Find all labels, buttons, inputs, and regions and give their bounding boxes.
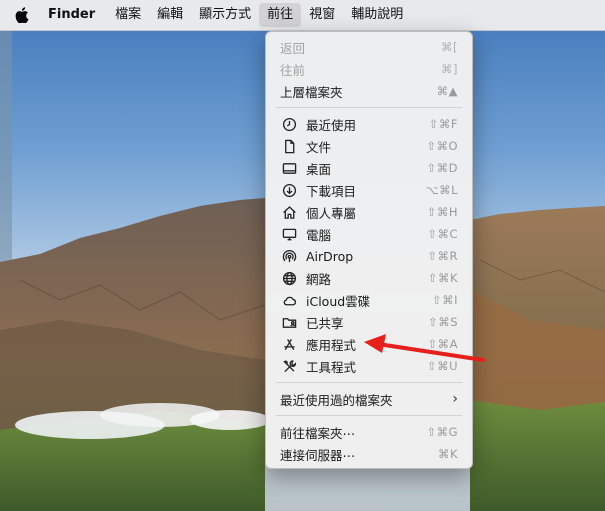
shortcut-label: ⌘[ [441,40,458,54]
home-icon [280,203,298,221]
applications-icon [280,335,298,353]
menu-item-connect-server[interactable]: 連接伺服器⋯ ⌘K [266,443,472,465]
shortcut-label: ⇧⌘U [426,359,458,373]
shortcut-label: ⇧⌘G [426,425,458,439]
menu-bar: Finder 檔案 編輯 顯示方式 前往 視窗 輔助說明 [0,0,605,31]
shared-folder-icon [280,313,298,331]
menu-separator [276,107,462,108]
airdrop-icon [280,247,298,265]
menu-item-label: 返回 [280,40,306,56]
menu-item-applications[interactable]: 應用程式 ⇧⌘A [266,333,472,355]
tools-icon [280,357,298,375]
menu-item-recents[interactable]: 最近使用 ⇧⌘F [266,113,472,135]
shortcut-label: ⌘▲ [436,84,458,98]
menu-file[interactable]: 檔案 [107,3,149,27]
menu-item-label: iCloud雲碟 [306,293,371,309]
shortcut-label: ⌥⌘L [425,183,458,197]
menu-item-go-to-folder[interactable]: 前往檔案夾⋯ ⇧⌘G [266,421,472,443]
menu-item-label: 電腦 [306,227,332,243]
menu-item-downloads[interactable]: 下載項目 ⌥⌘L [266,179,472,201]
menu-item-label: 網路 [306,271,332,287]
apple-logo-icon [15,7,29,23]
menu-separator [276,382,462,383]
menu-item-computer[interactable]: 電腦 ⇧⌘C [266,223,472,245]
apple-menu-button[interactable] [0,0,44,31]
menu-view[interactable]: 顯示方式 [191,3,259,27]
menu-item-label: 桌面 [306,161,332,177]
menu-item-label: 最近使用 [306,117,357,133]
shortcut-label: ⇧⌘O [426,139,458,153]
shortcut-label: ⌘] [441,62,458,76]
menu-item-label: 文件 [306,139,332,155]
menu-go[interactable]: 前往 [259,3,302,27]
shortcut-label: ⇧⌘K [427,271,458,285]
menu-item-icloud[interactable]: iCloud雲碟 ⇧⌘I [266,289,472,311]
menu-item-network[interactable]: 網路 ⇧⌘K [266,267,472,289]
shortcut-label: ⇧⌘D [426,161,458,175]
menu-item-back[interactable]: 返回 ⌘[ [266,36,472,58]
download-icon [280,181,298,199]
globe-icon [280,269,298,287]
menu-item-enclosing-folder[interactable]: 上層檔案夾 ⌘▲ [266,80,472,102]
shortcut-label: ⌘K [437,447,458,461]
menu-item-label: 最近使用過的檔案夾 [280,392,393,408]
menu-item-label: 應用程式 [306,337,357,353]
desktop-icon [280,159,298,177]
menu-item-label: 往前 [280,62,306,78]
shortcut-label: ⇧⌘A [427,337,458,351]
menu-item-label: 連接伺服器⋯ [280,447,356,463]
shortcut-label: ⇧⌘F [428,117,458,131]
chevron-right-icon: › [452,391,458,407]
go-menu-dropdown: 返回 ⌘[ 往前 ⌘] 上層檔案夾 ⌘▲ 最近使用 ⇧⌘F 文件 ⇧⌘O 桌面 … [265,31,473,469]
shortcut-label: ⇧⌘H [426,205,458,219]
menu-item-home[interactable]: 個人專屬 ⇧⌘H [266,201,472,223]
menu-item-label: 工具程式 [306,359,357,375]
menu-edit[interactable]: 編輯 [149,3,191,27]
menu-item-label: AirDrop [306,248,354,264]
shortcut-label: ⇧⌘C [427,227,458,241]
shortcut-label: ⇧⌘R [427,249,458,263]
menu-help[interactable]: 輔助說明 [343,3,411,27]
shortcut-label: ⇧⌘S [428,315,458,329]
menu-item-documents[interactable]: 文件 ⇧⌘O [266,135,472,157]
menu-item-desktop[interactable]: 桌面 ⇧⌘D [266,157,472,179]
menu-window[interactable]: 視窗 [301,3,343,27]
shortcut-label: ⇧⌘I [431,293,458,307]
menu-item-utilities[interactable]: 工具程式 ⇧⌘U [266,355,472,377]
menu-app-name[interactable]: Finder [44,3,107,27]
menu-item-label: 上層檔案夾 [280,84,343,100]
menu-item-airdrop[interactable]: AirDrop ⇧⌘R [266,245,472,267]
menu-item-forward[interactable]: 往前 ⌘] [266,58,472,80]
document-icon [280,137,298,155]
menu-separator [276,415,462,416]
menu-item-shared[interactable]: 已共享 ⇧⌘S [266,311,472,333]
menu-item-label: 下載項目 [306,183,357,199]
cloud-icon [280,291,298,309]
menu-item-label: 已共享 [306,315,344,331]
computer-icon [280,225,298,243]
menu-item-label: 個人專屬 [306,205,357,221]
menu-item-label: 前往檔案夾⋯ [280,425,356,441]
clock-icon [280,115,298,133]
menu-item-recent-folders[interactable]: 最近使用過的檔案夾 › [266,388,472,410]
